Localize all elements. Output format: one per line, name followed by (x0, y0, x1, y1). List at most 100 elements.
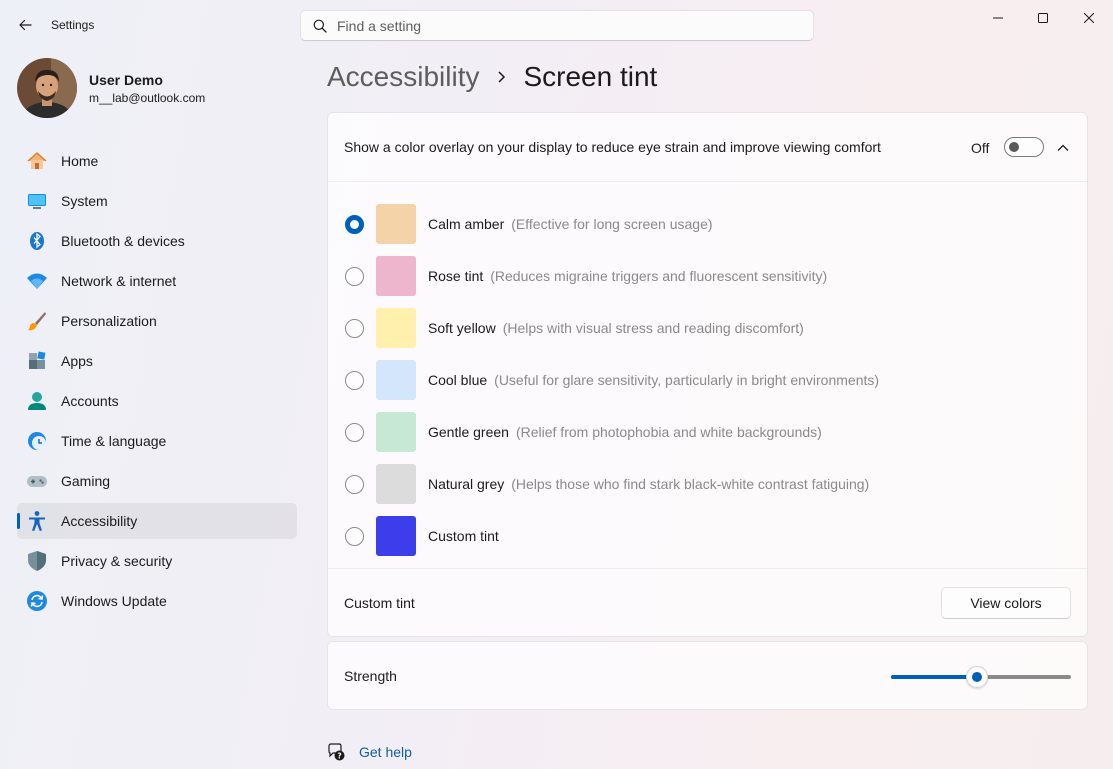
get-help-link[interactable]: Get help (359, 744, 412, 760)
time-language-icon (26, 430, 48, 452)
sidebar-item-gaming[interactable]: Gaming (17, 463, 297, 499)
tint-option-gentle-green[interactable]: Gentle green (Relief from photophobia an… (328, 406, 1087, 458)
color-swatch (376, 412, 416, 452)
sidebar-item-label: Windows Update (61, 593, 167, 609)
tint-option-calm-amber[interactable]: Calm amber (Effective for long screen us… (328, 198, 1087, 250)
sidebar-item-apps[interactable]: Apps (17, 343, 297, 379)
toggle-knob (1009, 142, 1019, 152)
color-swatch (376, 256, 416, 296)
overlay-toggle[interactable] (1004, 137, 1044, 157)
sidebar-item-home[interactable]: Home (17, 143, 297, 179)
overlay-description: Show a color overlay on your display to … (344, 139, 881, 155)
search-box[interactable] (300, 10, 814, 41)
help-chat-icon: ? (328, 743, 345, 761)
close-icon (1084, 13, 1094, 23)
slider-fill (891, 675, 978, 679)
tint-option-rose-tint[interactable]: Rose tint (Reduces migraine triggers and… (328, 250, 1087, 302)
toggle-state-label: Off (971, 140, 990, 156)
maximize-icon (1038, 13, 1048, 23)
sidebar-item-label: Accounts (61, 393, 119, 409)
sidebar-item-label: Bluetooth & devices (61, 233, 185, 249)
accounts-icon (26, 390, 48, 412)
apps-icon (26, 350, 48, 372)
radio-button[interactable] (345, 318, 364, 338)
sidebar-item-privacy[interactable]: Privacy & security (17, 543, 297, 579)
tint-option-cool-blue[interactable]: Cool blue (Useful for glare sensitivity,… (328, 354, 1087, 406)
sidebar-item-label: Privacy & security (61, 553, 173, 569)
color-swatch (376, 308, 416, 348)
sidebar-item-accessibility[interactable]: Accessibility (17, 503, 297, 539)
strength-label: Strength (344, 667, 397, 684)
sidebar-item-system[interactable]: System (17, 183, 297, 219)
page-title: Screen tint (523, 61, 658, 92)
slider-thumb[interactable] (966, 666, 989, 688)
tint-name: Gentle green (428, 424, 509, 440)
tint-option-natural-grey[interactable]: Natural grey (Helps those who find stark… (328, 458, 1087, 510)
tint-description: (Helps those who find stark black-white … (511, 476, 870, 492)
strength-card: Strength (327, 641, 1088, 710)
sidebar-item-label: Accessibility (61, 513, 138, 529)
breadcrumb-parent-link[interactable]: Accessibility (327, 61, 479, 93)
shield-icon (26, 550, 48, 572)
sidebar-item-network[interactable]: Network & internet (17, 263, 297, 299)
radio-button[interactable] (345, 370, 364, 390)
radio-button[interactable] (345, 526, 364, 546)
system-icon (26, 190, 48, 212)
collapse-button[interactable] (1052, 137, 1074, 159)
tint-description: (Useful for glare sensitivity, particula… (494, 372, 880, 388)
back-arrow-icon (19, 19, 32, 31)
svg-text:?: ? (337, 751, 341, 760)
sidebar-item-label: Gaming (61, 473, 111, 489)
sidebar-item-label: Network & internet (61, 273, 177, 289)
view-colors-button[interactable]: View colors (941, 587, 1071, 619)
custom-tint-label: Custom tint (344, 595, 415, 611)
chevron-up-icon (1057, 144, 1069, 151)
tint-name: Calm amber (428, 216, 505, 232)
sidebar-item-windows-update[interactable]: Windows Update (17, 583, 297, 619)
tint-option-custom[interactable]: Custom tint (328, 510, 1087, 562)
get-help[interactable]: ? Get help (327, 743, 412, 761)
tint-description: (Effective for long screen usage) (511, 216, 713, 232)
radio-button[interactable] (345, 422, 364, 442)
color-swatch (376, 516, 416, 556)
gaming-icon (26, 470, 48, 492)
color-swatch (376, 464, 416, 504)
tint-name: Cool blue (428, 372, 488, 388)
avatar (17, 58, 77, 118)
sidebar-item-label: System (61, 193, 108, 209)
sidebar-item-accounts[interactable]: Accounts (17, 383, 297, 419)
overlay-header[interactable]: Show a color overlay on your display to … (328, 113, 1087, 182)
sidebar-item-personalization[interactable]: Personalization (17, 303, 297, 339)
search-input[interactable] (337, 17, 797, 34)
breadcrumb: Accessibility Screen tint (327, 58, 657, 96)
color-swatch (376, 204, 416, 244)
update-icon (26, 590, 48, 612)
back-button[interactable] (12, 12, 38, 38)
tint-description: (Relief from photophobia and white backg… (515, 424, 822, 440)
bluetooth-icon (26, 230, 48, 252)
strength-slider[interactable] (891, 666, 1071, 688)
tint-name: Soft yellow (428, 320, 496, 336)
tint-description: (Reduces migraine triggers and fluoresce… (490, 268, 828, 284)
search-icon (313, 19, 327, 33)
user-name: User Demo (89, 71, 163, 88)
user-email: m__lab@outlook.com (89, 90, 206, 105)
sidebar-item-label: Personalization (61, 313, 157, 329)
home-icon (26, 150, 48, 172)
custom-tint-row: Custom tint View colors (328, 569, 1087, 637)
radio-button[interactable] (345, 474, 364, 494)
sidebar-item-label: Time & language (61, 433, 167, 449)
tint-option-soft-yellow[interactable]: Soft yellow (Helps with visual stress an… (328, 302, 1087, 354)
tint-options: Calm amber (Effective for long screen us… (328, 182, 1087, 569)
user-profile[interactable]: User Demo m__lab@outlook.com (17, 58, 205, 118)
radio-button[interactable] (345, 214, 364, 234)
maximize-button[interactable] (1028, 6, 1058, 30)
radio-button[interactable] (345, 266, 364, 286)
app-title: Settings (51, 18, 95, 32)
sidebar-item-label: Home (61, 153, 99, 169)
minimize-button[interactable] (983, 6, 1013, 30)
sidebar-item-time-language[interactable]: Time & language (17, 423, 297, 459)
sidebar-item-bluetooth[interactable]: Bluetooth & devices (17, 223, 297, 259)
close-button[interactable] (1074, 6, 1104, 30)
color-swatch (376, 360, 416, 400)
